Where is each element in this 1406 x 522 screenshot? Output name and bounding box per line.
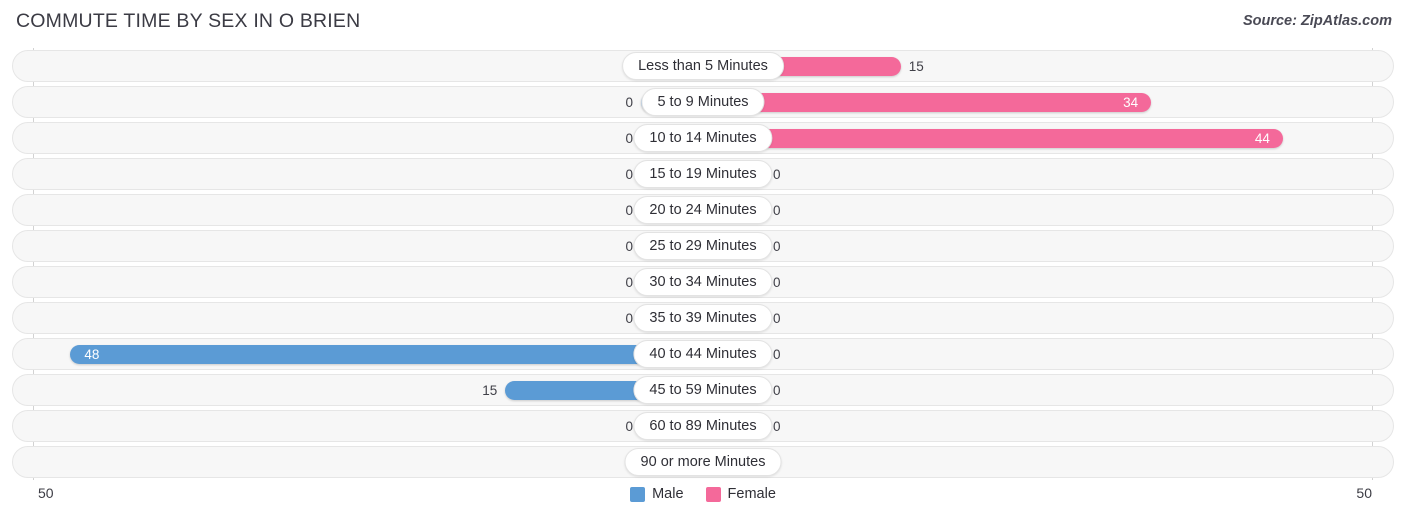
category-label: 90 or more Minutes (624, 448, 782, 476)
category-label: 25 to 29 Minutes (633, 232, 773, 260)
category-label: 30 to 34 Minutes (633, 268, 773, 296)
bar-value-female: 0 (773, 203, 781, 218)
chart-row: 0 0 25 to 29 Minutes (0, 228, 1406, 264)
bar-value-male: 0 (625, 131, 633, 146)
bar-value-female: 0 (773, 275, 781, 290)
bar-value-female: 0 (773, 311, 781, 326)
chart-legend: Male Female (0, 486, 1406, 502)
legend-swatch-icon (705, 486, 721, 502)
chart-row: 0 0 30 to 34 Minutes (0, 264, 1406, 300)
bar-value-female: 34 (1123, 95, 1139, 110)
chart-row: 0090 or more Minutes (0, 444, 1406, 480)
category-label: 5 to 9 Minutes (641, 88, 765, 116)
bar-female[interactable] (703, 93, 1152, 112)
category-label: 40 to 44 Minutes (633, 340, 773, 368)
bar-value-male: 0 (625, 203, 633, 218)
category-label: 35 to 39 Minutes (633, 304, 773, 332)
bar-value-female: 0 (773, 383, 781, 398)
bar-value-male: 0 (625, 275, 633, 290)
bar-value-female: 0 (773, 239, 781, 254)
chart-row: 015Less than 5 Minutes (0, 48, 1406, 84)
bar-value-male: 48 (84, 347, 100, 362)
source-attribution: Source: ZipAtlas.com (1242, 13, 1392, 29)
category-label: 45 to 59 Minutes (633, 376, 773, 404)
category-label: Less than 5 Minutes (622, 52, 784, 80)
chart-row: 0 0 35 to 39 Minutes (0, 300, 1406, 336)
chart-footer: 50 50 Male Female (0, 482, 1406, 522)
legend-swatch-icon (630, 486, 646, 502)
chart-row: 15 0 45 to 59 Minutes (0, 372, 1406, 408)
legend-item[interactable]: Female (705, 486, 776, 502)
bar-value-male: 15 (482, 383, 498, 398)
bar-value-female: 44 (1254, 131, 1270, 146)
category-label: 20 to 24 Minutes (633, 196, 773, 224)
bar-value-male: 0 (625, 311, 633, 326)
chart-row: 0 0 60 to 89 Minutes (0, 408, 1406, 444)
page-title: COMMUTE TIME BY SEX IN O BRIEN (16, 10, 361, 32)
chart-row: 0 0 20 to 24 Minutes (0, 192, 1406, 228)
bar-value-male: 0 (625, 419, 633, 434)
legend-label: Male (652, 486, 684, 502)
chart-row: 48 0 40 to 44 Minutes (0, 336, 1406, 372)
bar-value-male: 0 (625, 239, 633, 254)
chart-header: COMMUTE TIME BY SEX IN O BRIEN Source: Z… (0, 0, 1406, 42)
bar-value-female: 15 (908, 59, 924, 74)
legend-item[interactable]: Male (630, 486, 684, 502)
bar-value-female: 0 (773, 167, 781, 182)
chart-page: COMMUTE TIME BY SEX IN O BRIEN Source: Z… (0, 0, 1406, 522)
chart-row: 0 44 10 to 14 Minutes (0, 120, 1406, 156)
bar-value-male: 0 (625, 167, 633, 182)
chart-row: 0 34 5 to 9 Minutes (0, 84, 1406, 120)
bar-value-male: 0 (625, 95, 633, 110)
legend-label: Female (727, 486, 776, 502)
bar-value-female: 0 (773, 419, 781, 434)
chart-row: 0 0 15 to 19 Minutes (0, 156, 1406, 192)
category-label: 15 to 19 Minutes (633, 160, 773, 188)
bar-value-female: 0 (773, 347, 781, 362)
bar-male[interactable] (70, 345, 703, 364)
chart-plot-area: 015Less than 5 Minutes0345 to 9 Minutes0… (0, 48, 1406, 480)
bar-female[interactable] (703, 129, 1283, 148)
category-label: 60 to 89 Minutes (633, 412, 773, 440)
category-label: 10 to 14 Minutes (633, 124, 773, 152)
